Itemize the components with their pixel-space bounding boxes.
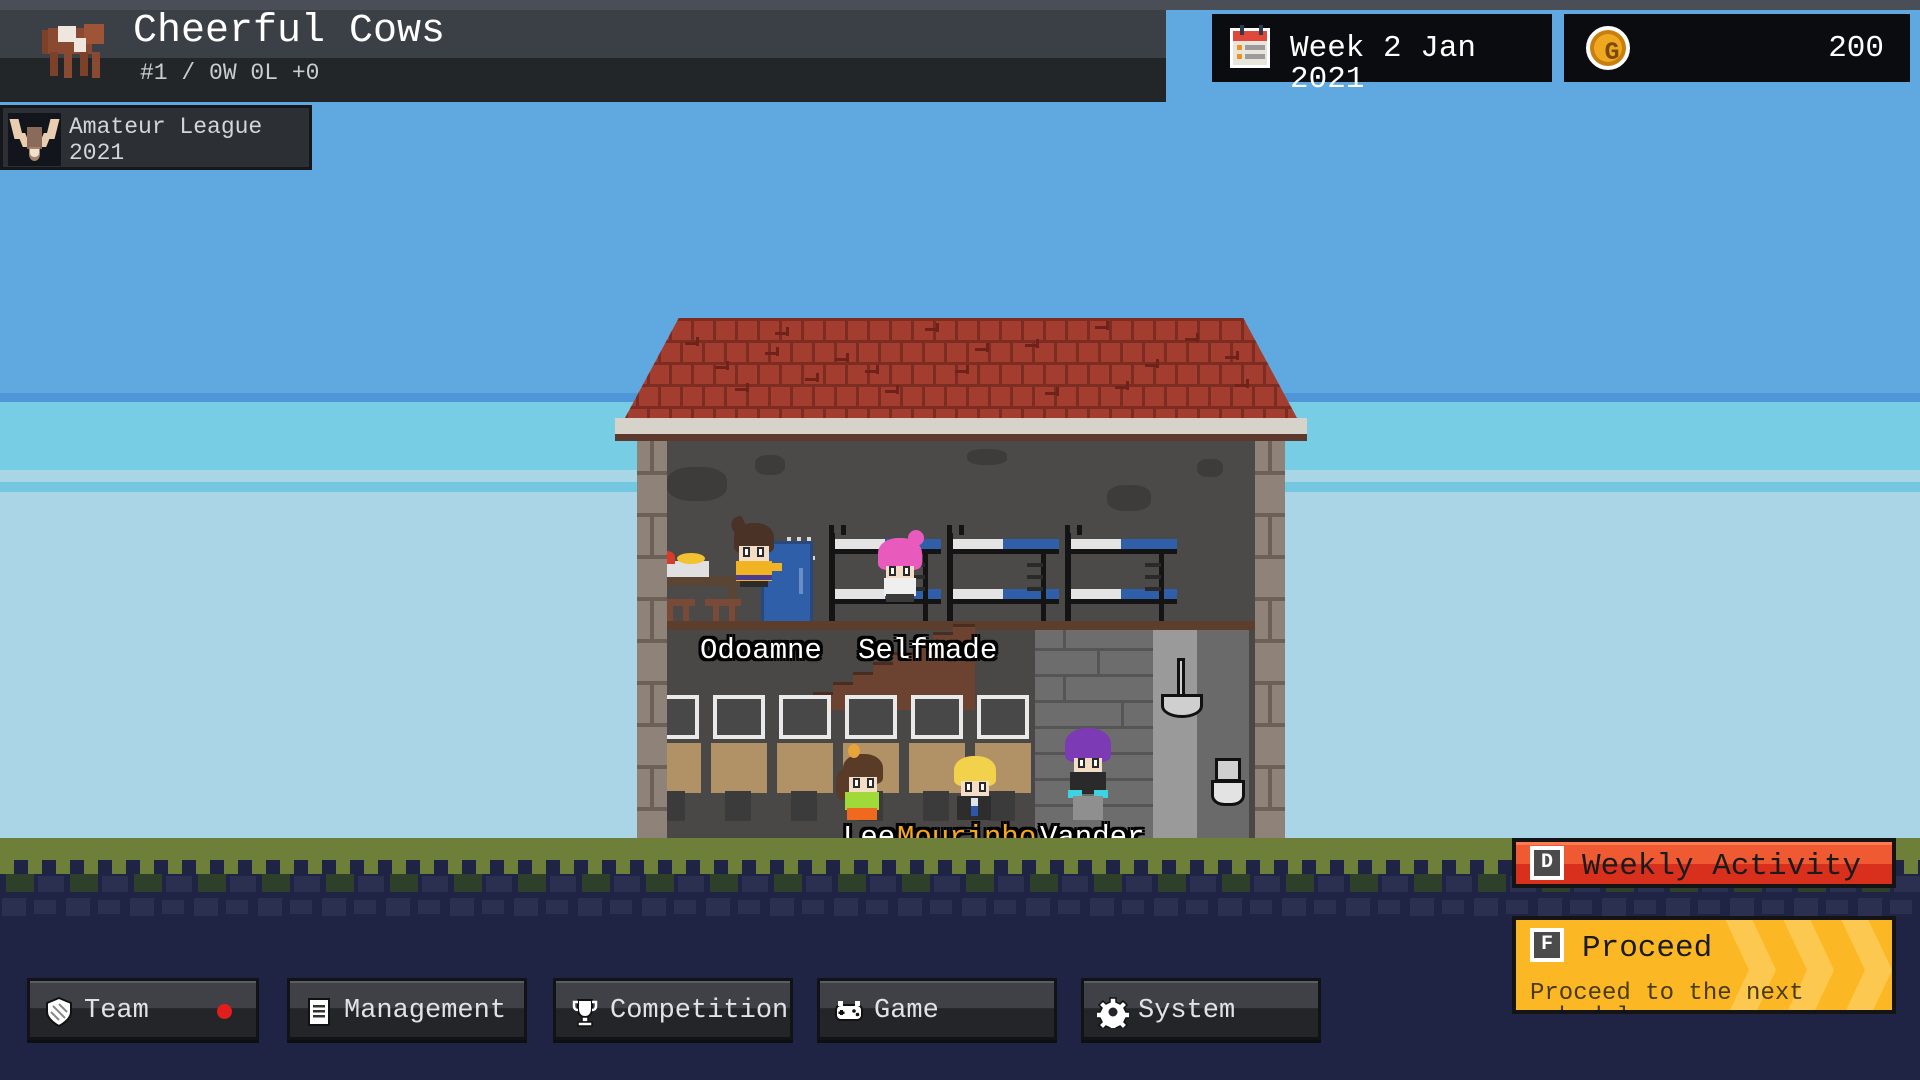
sidebar-item-management[interactable]: Management [287, 978, 527, 1040]
shower-column [1153, 630, 1197, 838]
sidebar-item-label: Game [874, 996, 939, 1026]
status-badge [217, 1004, 232, 1019]
gear-icon [1095, 996, 1131, 1033]
league-year: 2021 [69, 140, 125, 166]
date-label: Week 2 Jan 2021 [1290, 31, 1477, 97]
date-chip: Week 2 Jan 2021 [1212, 14, 1552, 95]
calendar-icon [1230, 25, 1270, 68]
character-sprite[interactable] [878, 530, 924, 602]
page-title: Cheerful Cows [133, 9, 446, 54]
character-name-label: Lee [843, 821, 896, 838]
character-sprite[interactable] [952, 756, 998, 820]
proceed-button[interactable]: F Proceed Proceed to the next schedule [1512, 916, 1896, 1014]
sidebar-item-system[interactable]: System [1081, 978, 1321, 1040]
character-sprite[interactable] [836, 744, 886, 820]
wall-pillar-left [637, 441, 667, 838]
gold-coin-icon: G [1586, 26, 1630, 70]
bunk-bed [1065, 525, 1183, 629]
document-icon [303, 996, 335, 1028]
proceed-key-badge: F [1530, 928, 1564, 962]
trophy-icon [569, 996, 601, 1028]
bunk-bed [947, 525, 1065, 629]
sink-basin-icon [1161, 694, 1203, 718]
roof-eave [615, 418, 1307, 434]
sidebar-item-competition[interactable]: Competition [553, 978, 793, 1040]
character-name-label: Selfmade [858, 634, 998, 667]
toilet-icon [1211, 780, 1245, 806]
cow-icon [34, 14, 106, 90]
roof-eave-shadow [615, 434, 1307, 441]
proceed-label: Proceed [1582, 931, 1713, 966]
gamepad-icon [833, 996, 865, 1028]
weekly-activity-label: Weekly Activity [1582, 849, 1862, 884]
game-screen: Odoamne Selfmade Lee Mourinho Vander Che… [0, 0, 1920, 1080]
faucet-icon [1177, 658, 1185, 698]
antler-badge-icon [8, 113, 61, 166]
wall-pillar-right [1255, 441, 1285, 838]
team-record: #1 / 0W 0L +0 [140, 60, 320, 86]
sidebar-item-team[interactable]: Team [27, 978, 259, 1040]
house-roof [615, 318, 1307, 441]
proceed-description: Proceed to the next schedule [1530, 980, 1804, 1011]
stool [705, 599, 741, 606]
character-name-label: Vander [1040, 821, 1145, 838]
character-name-label: Odoamne [700, 634, 822, 667]
league-name: Amateur League [69, 114, 263, 140]
sidebar-item-game[interactable]: Game [817, 978, 1057, 1040]
character-name-label: Mourinho [897, 821, 1037, 838]
weekly-activity-key-badge: D [1530, 846, 1564, 880]
weekly-activity-button[interactable]: D Weekly Activity [1512, 838, 1896, 888]
sidebar-item-label: Competition [610, 996, 789, 1026]
sidebar-item-label: System [1138, 996, 1236, 1026]
league-badge[interactable]: Amateur League 2021 [0, 105, 312, 170]
character-sprite[interactable] [728, 514, 782, 587]
sidebar-item-label: Management [344, 996, 507, 1026]
sidebar-item-label: Team [84, 996, 149, 1026]
shield-icon [43, 996, 75, 1028]
currency-amount: 200 [1828, 31, 1884, 66]
character-sprite[interactable] [1065, 728, 1111, 820]
currency-chip: G 200 [1564, 14, 1910, 82]
